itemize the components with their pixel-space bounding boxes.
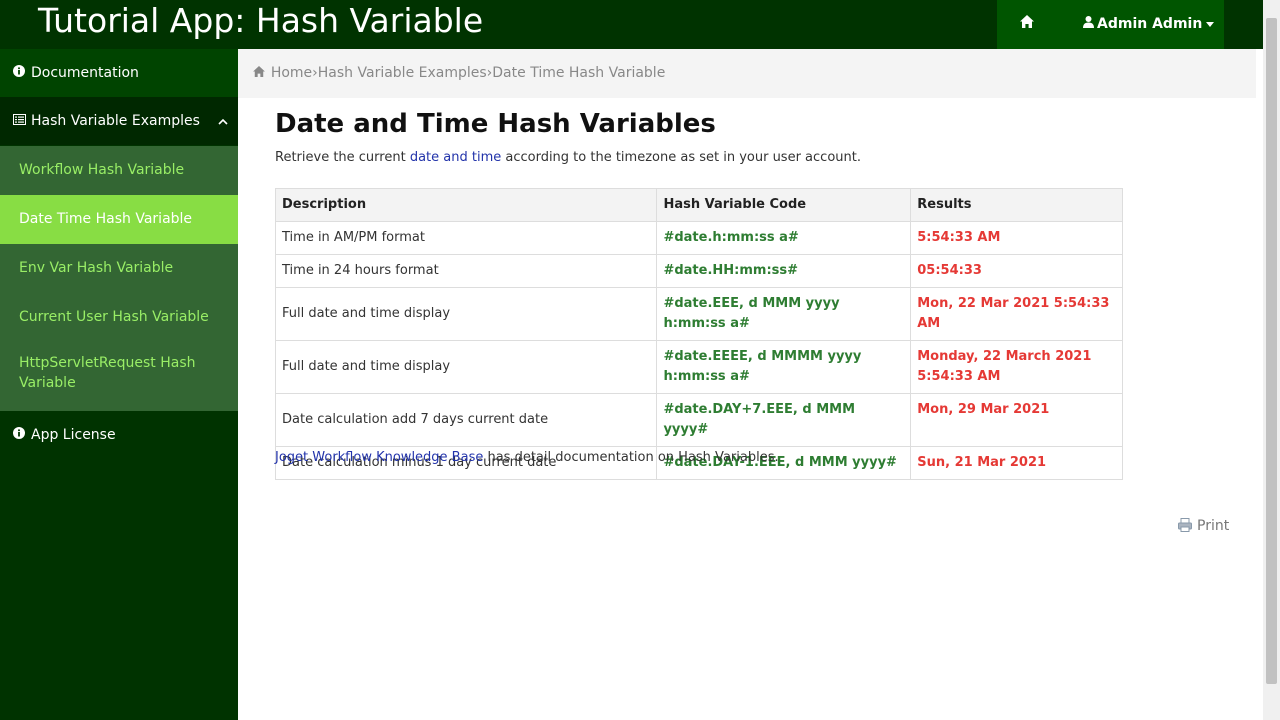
sidebar-item-env-var-hash[interactable]: Env Var Hash Variable	[0, 244, 238, 293]
table-header-row: Description Hash Variable Code Results	[274, 188, 1123, 222]
knowledge-base-link[interactable]: Joget Workflow Knowledge Base	[275, 450, 483, 465]
row-code: #date.DAY+7.EEE, d MMM yyyy#	[656, 393, 912, 447]
date-time-link[interactable]: date and time	[410, 150, 501, 165]
row-result: Mon, 22 Mar 2021 5:54:33 AM	[910, 287, 1123, 341]
table-row: Full date and time display #date.EEE, d …	[274, 287, 1123, 341]
row-description: Date calculation add 7 days current date	[274, 393, 658, 447]
intro-text-after: according to the timezone as set in your…	[501, 150, 861, 165]
info-icon	[12, 49, 26, 97]
home-icon	[253, 66, 269, 80]
app-title[interactable]: Tutorial App: Hash Variable	[38, 0, 483, 44]
page-title: Date and Time Hash Variables	[275, 109, 716, 139]
print-button[interactable]: Print	[1178, 518, 1229, 534]
breadcrumb-home[interactable]: Home	[271, 65, 312, 81]
row-description: Full date and time display	[274, 287, 658, 341]
row-code: #date.HH:mm:ss#	[656, 254, 912, 288]
sidebar-item-date-time-hash[interactable]: Date Time Hash Variable	[0, 195, 238, 244]
sidebar: Documentation Hash Variable Examples Wor…	[0, 49, 238, 720]
breadcrumb-hash-examples[interactable]: Hash Variable Examples	[318, 65, 487, 81]
navbar-right: Admin Admin	[997, 0, 1224, 49]
home-button[interactable]	[1019, 15, 1035, 33]
sidebar-item-current-user-hash[interactable]: Current User Hash Variable	[0, 293, 238, 342]
table-row: Full date and time display #date.EEEE, d…	[274, 340, 1123, 394]
sidebar-item-label: Documentation	[31, 65, 139, 81]
sidebar-item-documentation[interactable]: Documentation	[0, 49, 238, 97]
breadcrumb: Home›Hash Variable Examples›Date Time Ha…	[238, 49, 1256, 98]
row-result: 5:54:33 AM	[910, 221, 1123, 255]
footer-note-text: has detail documentation on Hash Variabl…	[483, 450, 779, 465]
row-description: Full date and time display	[274, 340, 658, 394]
scrollbar-thumb[interactable]	[1266, 18, 1277, 684]
user-menu-button[interactable]: Admin Admin	[1083, 14, 1215, 34]
sidebar-item-label: Hash Variable Examples	[31, 113, 200, 129]
sidebar-item-workflow-hash[interactable]: Workflow Hash Variable	[0, 146, 238, 195]
footer-note: Joget Workflow Knowledge Base has detail…	[275, 450, 779, 465]
hash-variable-table: Description Hash Variable Code Results T…	[274, 188, 1123, 480]
caret-down-icon	[1206, 21, 1215, 27]
row-result: 05:54:33	[910, 254, 1123, 288]
row-result: Mon, 29 Mar 2021	[910, 393, 1123, 447]
info-icon	[12, 411, 26, 459]
sidebar-item-httpservletrequest-hash[interactable]: HttpServletRequest Hash Variable	[0, 342, 238, 411]
print-icon	[1178, 518, 1192, 532]
user-icon	[1083, 14, 1095, 34]
column-header-description: Description	[274, 188, 658, 222]
column-header-results: Results	[910, 188, 1123, 222]
row-description: Time in AM/PM format	[274, 221, 658, 255]
vertical-scrollbar[interactable]	[1263, 0, 1280, 720]
column-header-code: Hash Variable Code	[656, 188, 912, 222]
chevron-up-icon	[218, 97, 228, 145]
row-code: #date.EEEE, d MMMM yyyy h:mm:ss a#	[656, 340, 912, 394]
sidebar-submenu: Workflow Hash Variable Date Time Hash Va…	[0, 146, 238, 411]
sidebar-item-hash-examples[interactable]: Hash Variable Examples	[0, 97, 238, 145]
user-name: Admin Admin	[1097, 16, 1203, 32]
table-row: Time in 24 hours format #date.HH:mm:ss# …	[274, 254, 1123, 288]
sidebar-item-label: App License	[31, 427, 116, 443]
row-result: Sun, 21 Mar 2021	[910, 446, 1123, 480]
intro-text: Retrieve the current date and time accor…	[275, 150, 861, 165]
sidebar-item-app-license[interactable]: App License	[0, 411, 238, 459]
intro-text-before: Retrieve the current	[275, 150, 410, 165]
row-result: Monday, 22 March 2021 5:54:33 AM	[910, 340, 1123, 394]
row-code: #date.h:mm:ss a#	[656, 221, 912, 255]
top-navbar: Tutorial App: Hash Variable Admin Admin	[0, 0, 1263, 49]
row-code: #date.EEE, d MMM yyyy h:mm:ss a#	[656, 287, 912, 341]
table-row: Date calculation add 7 days current date…	[274, 393, 1123, 447]
table-row: Time in AM/PM format #date.h:mm:ss a# 5:…	[274, 221, 1123, 255]
breadcrumb-current: Date Time Hash Variable	[492, 65, 666, 81]
print-label: Print	[1197, 518, 1230, 534]
row-description: Time in 24 hours format	[274, 254, 658, 288]
home-icon	[1020, 15, 1034, 28]
list-icon	[12, 97, 26, 145]
